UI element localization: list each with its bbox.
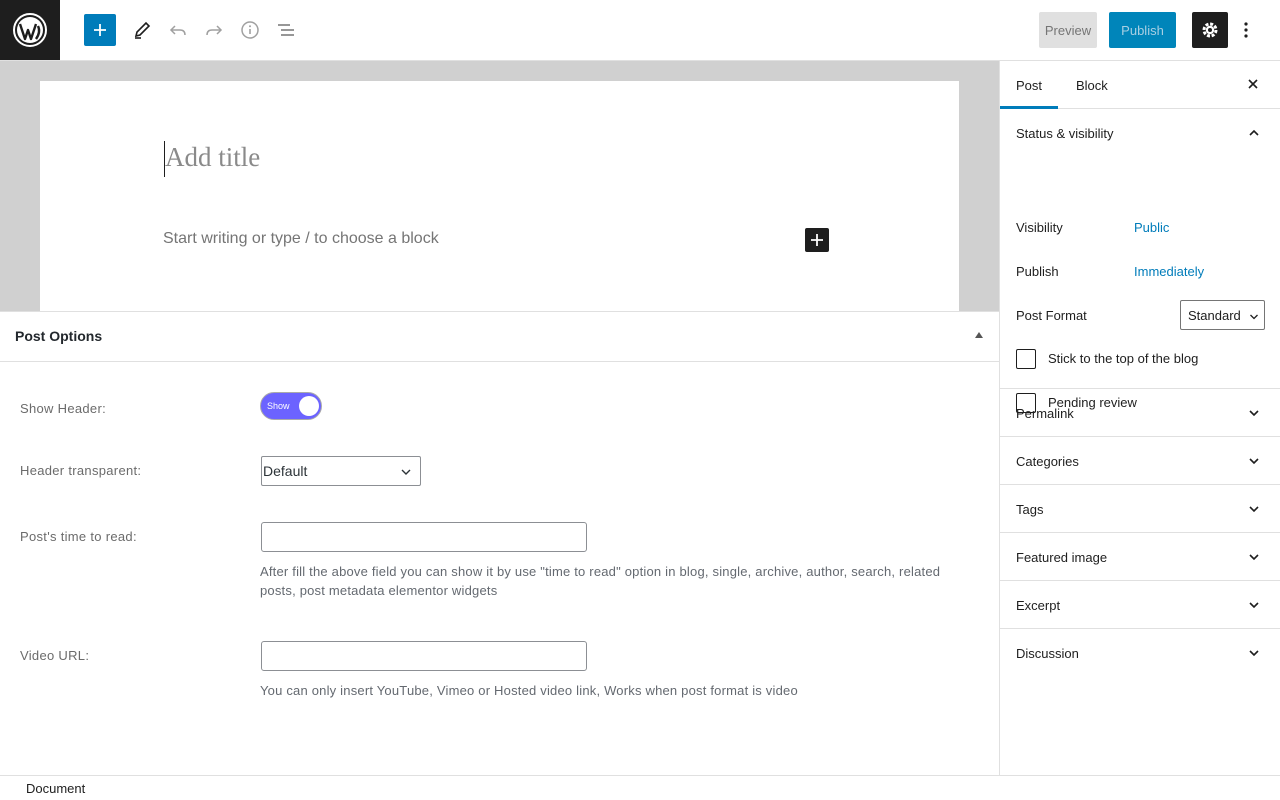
video-url-input[interactable] [261, 641, 587, 671]
post-options-metabox: Post Options Show Header: Show Header tr… [0, 311, 999, 775]
publish-button[interactable]: Publish [1109, 12, 1176, 48]
toggle-label: Show [267, 401, 290, 411]
status-visibility-title: Status & visibility [1016, 126, 1114, 141]
categories-panel[interactable]: Categories [1000, 437, 1280, 485]
info-icon [241, 21, 259, 39]
breadcrumb-document[interactable]: Document [26, 781, 85, 796]
caret-up-icon[interactable] [975, 332, 983, 338]
gear-icon [1202, 22, 1218, 38]
block-placeholder[interactable]: Start writing or type / to choose a bloc… [163, 230, 439, 248]
chevron-down-icon [1249, 602, 1259, 609]
permalink-title: Permalink [1016, 406, 1074, 421]
settings-button[interactable] [1192, 12, 1228, 48]
chevron-up-icon [1249, 129, 1259, 136]
post-title-input[interactable]: Add title [164, 141, 260, 177]
time-to-read-input[interactable] [261, 522, 587, 552]
discussion-panel[interactable]: Discussion [1000, 629, 1280, 677]
chevron-down-icon [1250, 314, 1258, 320]
excerpt-panel[interactable]: Excerpt [1000, 581, 1280, 629]
visibility-label: Visibility [1016, 220, 1063, 235]
list-view-button[interactable] [270, 14, 302, 46]
add-block-button[interactable] [84, 14, 116, 46]
more-options-button[interactable] [1236, 14, 1256, 46]
sidebar-tabs: Post Block [1000, 61, 1280, 109]
tab-post[interactable]: Post [1000, 61, 1058, 109]
featured-image-title: Featured image [1016, 550, 1108, 565]
chevron-down-icon [1249, 458, 1259, 465]
tags-title: Tags [1016, 502, 1044, 517]
wordpress-logo-icon[interactable] [0, 0, 60, 60]
time-to-read-label: Post's time to read: [20, 529, 137, 544]
featured-image-panel[interactable]: Featured image [1000, 533, 1280, 581]
tab-block[interactable]: Block [1060, 61, 1124, 109]
visibility-link[interactable]: Public [1134, 220, 1169, 235]
plus-icon [94, 24, 106, 36]
tags-panel[interactable]: Tags [1000, 485, 1280, 533]
chevron-down-icon [401, 469, 411, 475]
vertical-ellipsis-icon [1244, 22, 1248, 38]
permalink-panel[interactable]: Permalink [1000, 389, 1280, 437]
chevron-down-icon [1249, 410, 1259, 417]
header-transparent-select[interactable]: Default [261, 456, 421, 486]
post-format-value: Standard [1188, 308, 1241, 323]
publish-date-link[interactable]: Immediately [1134, 264, 1204, 279]
settings-sidebar: Post Block Status & visibility Visibilit… [999, 61, 1280, 775]
show-header-label: Show Header: [20, 401, 106, 416]
publish-label: Publish [1016, 264, 1059, 279]
toggle-knob [299, 396, 319, 416]
video-url-help: You can only insert YouTube, Vimeo or Ho… [260, 683, 798, 698]
tools-button[interactable] [126, 14, 158, 46]
redo-button[interactable] [198, 14, 230, 46]
stick-to-top-label: Stick to the top of the blog [1048, 351, 1199, 366]
time-to-read-help: After fill the above field you can show … [260, 564, 941, 598]
editor-top-toolbar: Preview Publish [0, 0, 1280, 61]
undo-button[interactable] [162, 14, 194, 46]
post-format-label: Post Format [1016, 308, 1087, 323]
status-visibility-header[interactable]: Status & visibility [1000, 109, 1280, 157]
header-transparent-label: Header transparent: [20, 463, 142, 478]
inline-add-block-button[interactable] [805, 228, 829, 252]
status-visibility-panel: Status & visibility Visibility Public Pu… [1000, 109, 1280, 413]
post-options-header[interactable]: Post Options [0, 311, 999, 362]
discussion-title: Discussion [1016, 646, 1079, 661]
chevron-down-icon [1249, 506, 1259, 513]
chevron-down-icon [1249, 554, 1259, 561]
post-options-title: Post Options [15, 328, 103, 344]
show-header-toggle[interactable]: Show [260, 392, 322, 420]
plus-icon [811, 234, 823, 246]
pencil-icon [134, 21, 151, 39]
list-view-icon [278, 24, 294, 36]
categories-title: Categories [1016, 454, 1079, 469]
excerpt-title: Excerpt [1016, 598, 1061, 613]
header-transparent-value: Default [263, 463, 308, 479]
post-format-select[interactable]: Standard [1180, 300, 1265, 330]
close-sidebar-button[interactable] [1246, 77, 1260, 96]
undo-icon [169, 25, 186, 36]
editor-footer: Document [0, 775, 1280, 800]
video-url-label: Video URL: [20, 648, 90, 663]
details-button[interactable] [234, 14, 266, 46]
preview-button[interactable]: Preview [1039, 12, 1097, 48]
chevron-down-icon [1249, 650, 1259, 657]
editor-canvas: Add title Start writing or type / to cho… [0, 61, 999, 311]
redo-icon [206, 25, 223, 36]
editor-page: Add title Start writing or type / to cho… [40, 81, 959, 311]
stick-to-top-checkbox[interactable] [1016, 349, 1036, 369]
close-icon [1248, 79, 1258, 89]
